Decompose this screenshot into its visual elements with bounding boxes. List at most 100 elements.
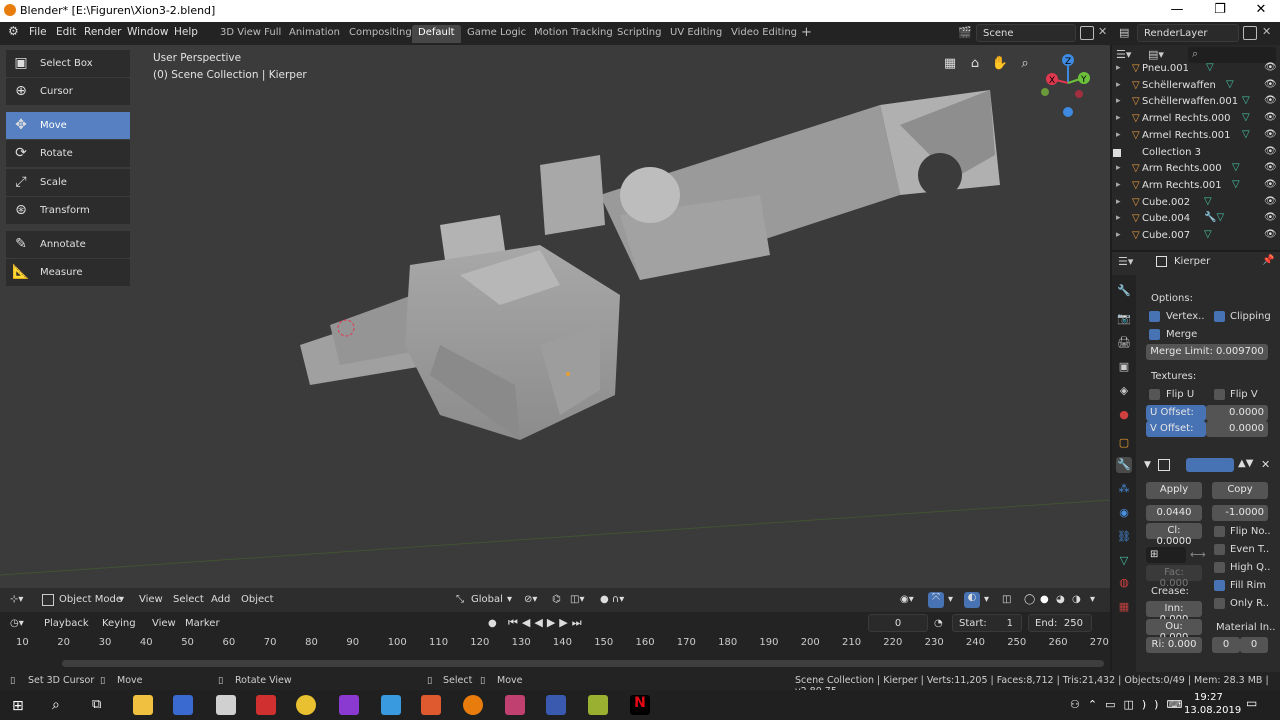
material-rim-offset-field[interactable]: 0 [1240, 637, 1268, 653]
data-tab-icon[interactable]: ▽ [1116, 553, 1132, 569]
menu-help[interactable]: Help [174, 26, 198, 38]
blender-menu-icon[interactable]: ⚙ [8, 24, 19, 38]
properties-type-icon[interactable]: ☰▾ [1118, 255, 1133, 268]
transform-orientation-dropdown[interactable]: Global [471, 594, 503, 605]
netflix-icon[interactable]: N [630, 695, 650, 715]
affinity-publisher-icon[interactable] [421, 695, 441, 715]
overlay-toggle-icon[interactable]: ◐ [964, 592, 980, 608]
chrome-icon[interactable] [296, 695, 316, 715]
task-view-icon[interactable]: ⧉ [92, 697, 101, 712]
app-icon[interactable] [505, 695, 525, 715]
tool-rotate[interactable]: ⟳ Rotate [6, 140, 130, 167]
chevron-down-icon[interactable]: ▾ [984, 594, 989, 605]
outliner-type-icon[interactable]: ☰▾ [1116, 48, 1131, 61]
minimize-button[interactable]: — [1162, 2, 1192, 17]
tool-cursor[interactable]: ⊕ Cursor [6, 78, 130, 105]
camera-view-icon[interactable]: ⌂ [964, 53, 986, 75]
visibility-eye-icon[interactable]: 👁 [1264, 62, 1277, 73]
object-mode-dropdown[interactable]: Object Mode [59, 594, 122, 605]
outliner-item[interactable]: ▸ ▽ Schëllerwaffen.001 ▽ 👁 [1112, 94, 1280, 111]
outliner-item[interactable]: ▸ ▽ Cube.002 ▽ 👁 [1112, 195, 1280, 212]
visibility-eye-icon[interactable]: 👁 [1264, 79, 1277, 90]
menu-add[interactable]: Add [211, 594, 230, 605]
outliner-item[interactable]: ▸ ▽ Arm Rechts.001 ▽ 👁 [1112, 178, 1280, 195]
tab-default[interactable]: Default [412, 25, 461, 43]
even-thickness-checkbox[interactable] [1214, 544, 1225, 555]
collection-checkbox[interactable] [1113, 148, 1121, 157]
visibility-eye-icon[interactable]: 👁 [1264, 112, 1277, 123]
display-mode-icon[interactable]: ▤▾ [1148, 48, 1164, 61]
snap-target-icon[interactable]: ◫▾ [570, 594, 584, 605]
tab-uv-editing[interactable]: UV Editing [664, 25, 728, 43]
outliner-item[interactable]: ▸ ▽ Pneu.001 ▽ 👁 [1112, 61, 1280, 78]
maximize-button[interactable]: ❐ [1205, 2, 1235, 17]
gizmo-toggle-icon[interactable]: ⤧ [928, 592, 944, 608]
output-tab-icon[interactable]: 🖨 [1116, 335, 1132, 351]
menu-render[interactable]: Render [84, 26, 121, 38]
crease-inner-field[interactable]: Inn: 0.000 [1146, 601, 1202, 625]
flip-normals-checkbox[interactable] [1214, 526, 1225, 537]
timeline-scrollbar[interactable] [62, 660, 1104, 667]
clipping-checkbox[interactable] [1214, 311, 1225, 322]
pivot-icon[interactable]: ⊘▾ [524, 594, 537, 605]
clamp-field[interactable]: Cl: 0.0000 [1146, 523, 1202, 547]
visibility-icon[interactable]: ◉▾ [900, 594, 914, 605]
visibility-eye-icon[interactable]: 👁 [1264, 179, 1277, 190]
render-tab-icon[interactable]: 📷 [1116, 311, 1132, 327]
zoom-icon[interactable]: ⌕ [1014, 53, 1036, 75]
wireframe-shading-icon[interactable]: ◯ [1024, 594, 1035, 605]
world-tab-icon[interactable]: ● [1116, 407, 1132, 423]
tab-3d-view-full[interactable]: 3D View Full [214, 25, 287, 43]
menu-edit[interactable]: Edit [56, 26, 76, 38]
modifier-move-icon[interactable]: ▲▼ [1238, 458, 1253, 469]
thickness-field[interactable]: 0.0440 [1146, 505, 1202, 521]
vertex-checkbox[interactable] [1149, 311, 1160, 322]
material-offset-field[interactable]: 0 [1212, 637, 1240, 653]
app-icon-3[interactable] [588, 695, 608, 715]
factor-field[interactable]: Fac: 0.000 [1146, 565, 1202, 589]
proportional-icon[interactable]: ● ∩▾ [600, 594, 624, 605]
file-explorer-icon[interactable] [133, 695, 153, 715]
offset-field[interactable]: -1.0000 [1212, 505, 1268, 521]
mail-icon[interactable] [216, 695, 236, 715]
3d-viewport[interactable] [0, 45, 1110, 612]
tab-video-editing[interactable]: Video Editing [725, 25, 803, 43]
outliner-item[interactable]: ▸ ▽ Armel Rechts.001 ▽ 👁 [1112, 128, 1280, 145]
delete-scene-icon[interactable]: ✕ [1098, 25, 1107, 38]
system-tray-icons[interactable]: ⚇⌃▭◫))⌨ [1070, 698, 1190, 711]
solid-shading-icon[interactable]: ● [1040, 594, 1049, 605]
rendered-shading-icon[interactable]: ◑ [1072, 594, 1081, 605]
tool-tab-icon[interactable]: 🔧 [1116, 283, 1132, 299]
search-icon[interactable]: ⌕ [52, 697, 60, 713]
flip-v-checkbox[interactable] [1214, 389, 1225, 400]
invert-icon[interactable]: ⟷ [1190, 548, 1206, 561]
affinity-designer-icon[interactable] [339, 695, 359, 715]
outliner[interactable]: ☰▾ ▤▾ ⌕ ▸ ▽ Pneu.001 ▽ 👁 ▸ ▽ Schëllerwaffen ▽ 👁 ▸ ▽… [1112, 45, 1280, 250]
editor-type-icon[interactable]: ⊹▾ [10, 594, 23, 605]
visibility-eye-icon[interactable]: 👁 [1264, 129, 1277, 140]
add-workspace-button[interactable]: + [795, 23, 818, 41]
visibility-eye-icon[interactable]: 👁 [1264, 162, 1277, 173]
outliner-item[interactable]: ▸ ▽ Arm Rechts.000 ▽ 👁 [1112, 161, 1280, 178]
visibility-eye-icon[interactable]: 👁 [1264, 229, 1277, 240]
notifications-icon[interactable]: ▭ [1246, 696, 1257, 710]
new-scene-icon[interactable] [1080, 26, 1094, 40]
physics-tab-icon[interactable]: ◉ [1116, 505, 1132, 521]
material-shading-icon[interactable]: ◕ [1056, 594, 1065, 605]
axis-gizmo[interactable]: Z X Y [1035, 50, 1105, 120]
tab-game-logic[interactable]: Game Logic [461, 25, 532, 43]
high-quality-checkbox[interactable] [1214, 562, 1225, 573]
expand-arrow-icon[interactable]: ▸ [1116, 80, 1121, 90]
new-layer-icon[interactable] [1243, 26, 1257, 40]
fill-rim-checkbox[interactable] [1214, 580, 1225, 591]
grid-view-icon[interactable]: ▦ [939, 53, 961, 75]
expand-arrow-icon[interactable]: ▸ [1116, 163, 1121, 173]
menu-file[interactable]: File [29, 26, 47, 38]
collapse-arrow-icon[interactable]: ▼ [1144, 460, 1151, 470]
gift-app-icon[interactable] [256, 695, 276, 715]
close-button[interactable]: ✕ [1246, 2, 1276, 17]
texture-tab-icon[interactable]: ▦ [1116, 599, 1132, 615]
pin-icon[interactable]: 📌 [1262, 255, 1274, 266]
visibility-eye-icon[interactable]: 👁 [1264, 95, 1277, 106]
snap-icon[interactable]: ⌬ [552, 594, 561, 605]
